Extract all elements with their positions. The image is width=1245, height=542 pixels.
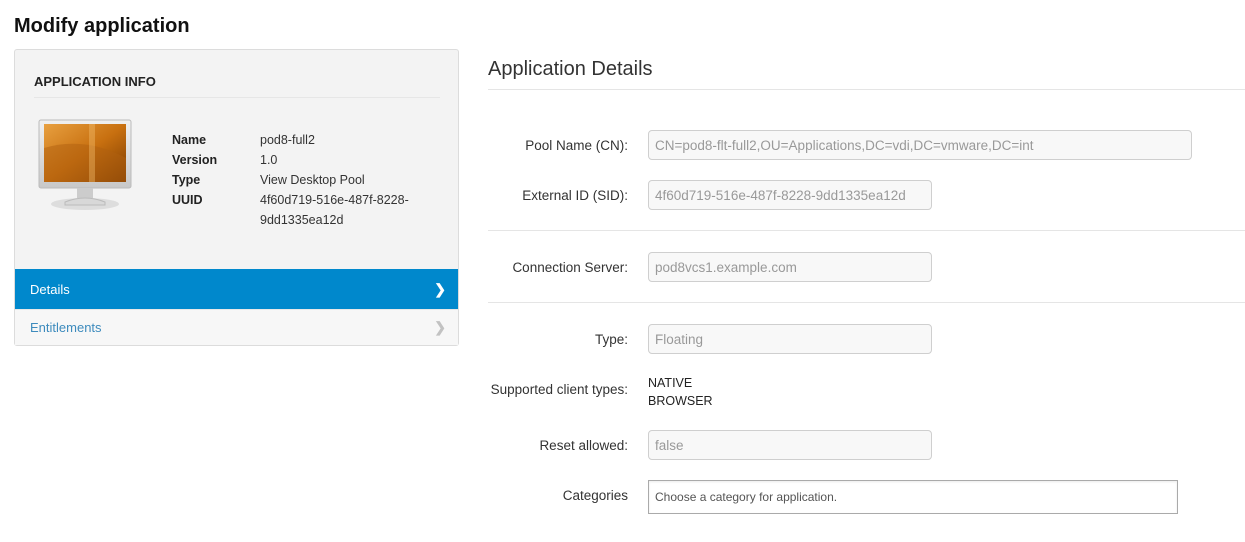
connection-server-field[interactable]: pod8vcs1.example.com bbox=[648, 252, 932, 282]
reset-allowed-row: Reset allowed: false bbox=[488, 430, 1245, 460]
type-row: Type: Floating bbox=[488, 324, 1245, 354]
info-value: View Desktop Pool bbox=[260, 173, 365, 187]
page-title: Modify application bbox=[14, 15, 190, 37]
info-key: Name bbox=[172, 133, 207, 147]
chevron-right-icon: ❯ bbox=[434, 280, 446, 297]
divider bbox=[488, 89, 1245, 90]
external-id-field[interactable]: 4f60d719-516e-487f-8228-9dd1335ea12d bbox=[648, 180, 932, 210]
info-key: UUID bbox=[172, 193, 203, 207]
pool-name-label: Pool Name (CN): bbox=[525, 137, 628, 153]
info-row-type: Type View Desktop Pool bbox=[172, 170, 420, 190]
nav-item-label: Entitlements bbox=[30, 320, 102, 335]
info-value: 1.0 bbox=[260, 153, 278, 167]
pool-name-field[interactable]: CN=pod8-flt-full2,OU=Applications,DC=vdi… bbox=[648, 130, 1192, 160]
type-field[interactable]: Floating bbox=[648, 324, 932, 354]
reset-allowed-label: Reset allowed: bbox=[539, 437, 628, 453]
client-types-list: NATIVE BROWSER bbox=[648, 374, 713, 410]
external-id-label: External ID (SID): bbox=[522, 187, 628, 203]
section-title: Application Details bbox=[488, 58, 653, 80]
info-key: Version bbox=[172, 153, 218, 167]
categories-label: Categories bbox=[562, 488, 628, 503]
info-key: Type bbox=[172, 173, 201, 187]
client-types-label: Supported client types: bbox=[490, 382, 628, 397]
info-value: 4f60d719-516e-487f-8228-9dd1335ea12d bbox=[260, 193, 409, 227]
info-value: pod8-full2 bbox=[260, 133, 315, 147]
connection-server-label: Connection Server: bbox=[512, 259, 628, 275]
info-row-name: Name pod8-full2 bbox=[172, 130, 420, 150]
pool-name-row: Pool Name (CN): CN=pod8-flt-full2,OU=App… bbox=[488, 130, 1245, 160]
nav-item-details[interactable]: Details ❯ bbox=[15, 269, 458, 309]
client-type-item: BROWSER bbox=[648, 394, 713, 408]
desktop-monitor-icon bbox=[37, 118, 133, 214]
connection-server-row: Connection Server: pod8vcs1.example.com bbox=[488, 252, 1245, 282]
info-row-uuid: UUID 4f60d719-516e-487f-8228-9dd1335ea12… bbox=[172, 190, 420, 230]
application-info-table: Name pod8-full2 Version 1.0 Type View De… bbox=[172, 130, 420, 230]
categories-row: Categories Choose a category for applica… bbox=[488, 480, 1245, 514]
external-id-row: External ID (SID): 4f60d719-516e-487f-82… bbox=[488, 180, 1245, 210]
nav-item-entitlements[interactable]: Entitlements ❯ bbox=[15, 309, 458, 345]
type-label: Type: bbox=[594, 331, 628, 347]
nav-item-label: Details bbox=[30, 281, 70, 297]
info-row-version: Version 1.0 bbox=[172, 150, 420, 170]
client-types-row: Supported client types: NATIVE BROWSER bbox=[488, 374, 1245, 410]
chevron-right-icon: ❯ bbox=[434, 319, 446, 335]
application-info-panel: APPLICATION INFO Name pod8-full2 Version… bbox=[14, 49, 459, 346]
application-info-header: APPLICATION INFO bbox=[34, 74, 440, 98]
client-type-item: NATIVE bbox=[648, 376, 693, 390]
divider bbox=[488, 230, 1245, 231]
reset-allowed-field[interactable]: false bbox=[648, 430, 932, 460]
divider bbox=[488, 302, 1245, 303]
categories-input[interactable]: Choose a category for application. bbox=[648, 480, 1178, 514]
